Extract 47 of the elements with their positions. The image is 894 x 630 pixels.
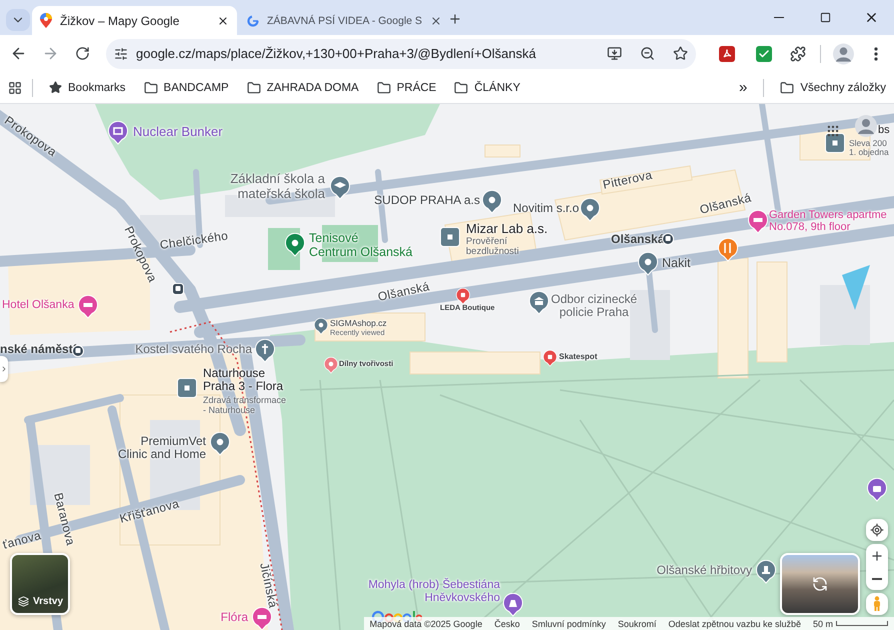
place-label[interactable]: Hotel Olšanka bbox=[2, 299, 74, 312]
layers-label: Vrstvy bbox=[33, 596, 64, 607]
place-label[interactable]: PremiumVet Clinic and Home bbox=[118, 435, 206, 462]
footer-link[interactable]: Mapová data ©2025 Google bbox=[370, 618, 482, 628]
bookmark-item[interactable]: Všechny záložky bbox=[774, 76, 886, 98]
place-subtitle: Zdravá transformace - Naturhouse bbox=[203, 396, 286, 416]
place-label[interactable]: Garden Towers apartme No.078, 9th floor bbox=[769, 209, 887, 234]
place-label[interactable]: bs bbox=[878, 124, 890, 136]
footer-link[interactable]: Soukromí bbox=[618, 618, 656, 628]
bookmark-item[interactable]: PRÁCE bbox=[370, 76, 442, 98]
place-label[interactable]: Tenisové Centrum Olšanská bbox=[309, 231, 413, 259]
browser-tab[interactable]: ZÁBAVNÁ PSÍ VIDEA - Google S bbox=[239, 6, 439, 35]
place-label[interactable]: Skatespot bbox=[559, 353, 598, 362]
transit-stop-label: Olšanská bbox=[611, 232, 664, 246]
place-label[interactable]: Základní škola a mateřská škola bbox=[230, 172, 325, 202]
place-label[interactable]: Nakit bbox=[662, 256, 690, 270]
street-label: Pitterova bbox=[602, 168, 654, 192]
scale-label: 50 m bbox=[812, 618, 833, 628]
street-label: Baranova bbox=[51, 491, 78, 547]
footer-link[interactable]: Smluvní podmínky bbox=[532, 618, 606, 628]
layers-button[interactable]: Vrstvy bbox=[10, 553, 70, 615]
street-label: Olšanská bbox=[376, 279, 431, 304]
place-label[interactable]: SUDOP PRAHA a.s bbox=[374, 194, 480, 208]
place-label[interactable]: Olšanské hřbitovy bbox=[656, 564, 752, 578]
place-label[interactable]: Novitim s.r.o bbox=[512, 202, 579, 216]
browser-tab[interactable]: Žižkov – Mapy Google bbox=[32, 6, 237, 35]
footer-link[interactable]: Odeslat zpětnou vazbu ke službě bbox=[668, 618, 801, 628]
place-label[interactable]: Flóra bbox=[220, 611, 248, 624]
street-label: ťanova bbox=[1, 528, 42, 552]
place-label[interactable]: Nuclear Bunker bbox=[133, 125, 223, 140]
bookmark-item[interactable]: Bookmarks bbox=[43, 77, 132, 98]
address-bar[interactable]: google.cz/maps/place/Žižkov,+130+00+Praha+3/@Bydlení+Olšanská bbox=[106, 38, 696, 68]
place-label[interactable]: Mizar Lab a.s. bbox=[466, 222, 548, 237]
more-bookmarks-button[interactable]: » bbox=[733, 75, 754, 100]
place-subtitle: Prověření bezdlužnosti bbox=[466, 237, 519, 258]
place-subtitle: Sleva 200 1. objedna bbox=[849, 139, 889, 158]
place-label[interactable]: Naturhouse Praha 3 - Flora bbox=[203, 367, 284, 394]
place-label[interactable]: SIGMAshop.cz bbox=[330, 319, 387, 329]
footer-link[interactable]: Česko bbox=[494, 618, 520, 628]
street-label: Chelčického bbox=[159, 228, 229, 252]
street-label: Jičínská bbox=[257, 562, 280, 610]
place-label[interactable]: Odbor cizinecké policie Praha bbox=[551, 293, 638, 320]
street-label: Olšanská bbox=[698, 190, 753, 217]
bookmark-item[interactable]: BANDCAMP bbox=[138, 76, 235, 98]
place-label[interactable]: Mohyla (hrob) Šebestiána Hněvkovského bbox=[368, 579, 500, 605]
bookmark-item[interactable]: ZAHRADA DOMA bbox=[240, 76, 365, 98]
bookmark-item[interactable]: ČLÁNKY bbox=[448, 76, 526, 98]
